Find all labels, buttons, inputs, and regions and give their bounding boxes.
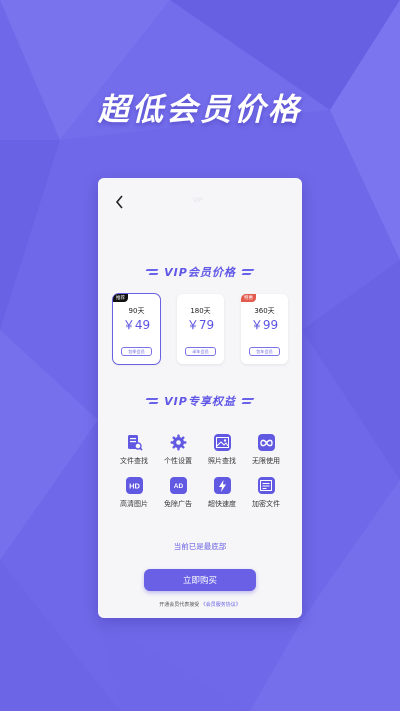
lightning-icon (213, 477, 231, 494)
section-title-price: VIP会员价格 (98, 264, 302, 280)
phone-preview: VIP VIP会员价格 推荐 90天 ￥49 包季会员 180天 ￥79 半年会… (98, 178, 302, 618)
file-search-icon (126, 434, 143, 451)
image-icon (213, 434, 231, 451)
benefit-file-search: 文件查找 (112, 434, 156, 466)
section-title-benefits: VIP专享权益 (98, 393, 302, 409)
plan-card-360[interactable]: 特惠 360天 ￥99 包年会员 (241, 294, 288, 364)
plan-list: 推荐 90天 ￥49 包季会员 180天 ￥79 半年会员 特惠 360天 ￥9… (112, 293, 288, 365)
nav-title: VIP (193, 197, 203, 204)
decor-lines-right (241, 398, 255, 404)
infinity-icon (257, 434, 275, 451)
plan-card-180[interactable]: 180天 ￥79 半年会员 (177, 294, 224, 364)
plan-tag: 推荐 (113, 294, 128, 302)
benefit-label: 加密文件 (252, 500, 280, 508)
benefit-label: 无限使用 (252, 457, 280, 465)
benefit-label: 免除广告 (164, 500, 192, 508)
benefit-grid: 文件查找 个性设置 照片查找 无限使用 HD 高清图片 AD 免除广告 超快速度… (112, 434, 288, 509)
benefit-photo-search: 照片查找 (200, 434, 244, 466)
benefit-label: 个性设置 (164, 457, 192, 465)
plan-duration: 90天 (128, 307, 145, 315)
svg-text:AD: AD (173, 483, 183, 490)
benefit-fast-speed: 超快速度 (200, 477, 244, 509)
benefit-encrypt-files: 加密文件 (244, 477, 288, 509)
benefit-unlimited: 无限使用 (244, 434, 288, 466)
benefits-section-heading: VIP专享权益 (164, 395, 236, 408)
plan-note: 包季会员 (121, 347, 152, 356)
plan-note: 半年会员 (185, 347, 216, 356)
benefit-label: 照片查找 (208, 457, 236, 465)
service-agreement-link[interactable]: 《会员服务协议》 (201, 602, 241, 608)
plan-tag: 特惠 (241, 294, 256, 302)
promo-headline: 超低会员价格 (98, 92, 302, 128)
benefit-label: 高清图片 (120, 500, 148, 508)
price-section-heading: VIP会员价格 (164, 266, 236, 279)
plan-card-90[interactable]: 推荐 90天 ￥49 包季会员 (112, 293, 161, 365)
benefit-label: 文件查找 (120, 457, 148, 465)
plan-price: ￥99 (250, 318, 279, 332)
benefit-no-ads: AD 免除广告 (156, 477, 200, 509)
ad-icon: AD (169, 477, 187, 494)
back-button[interactable] (110, 193, 128, 211)
benefit-settings: 个性设置 (156, 434, 200, 466)
plan-duration: 180天 (190, 307, 211, 315)
benefit-label: 超快速度 (208, 500, 236, 508)
plan-duration: 360天 (254, 307, 275, 315)
decor-lines-left (145, 269, 159, 275)
gear-icon (170, 434, 187, 451)
end-of-list-note: 当前已是最底部 (173, 542, 227, 551)
chevron-left-icon (115, 195, 123, 209)
decor-lines-right (241, 269, 255, 275)
plan-price: ￥79 (186, 318, 215, 332)
encrypted-file-icon (257, 477, 275, 494)
hd-icon: HD (125, 477, 143, 494)
buy-now-button[interactable]: 立即购买 (144, 569, 256, 591)
agreement-prefix: 开通会员代表接受 (159, 602, 200, 608)
plan-note: 包年会员 (249, 347, 280, 356)
agreement-text: 开通会员代表接受 《会员服务协议》 (98, 601, 302, 608)
decor-lines-left (145, 398, 159, 404)
plan-price: ￥49 (122, 318, 151, 332)
benefit-hd-images: HD 高清图片 (112, 477, 156, 509)
svg-text:HD: HD (129, 481, 140, 490)
